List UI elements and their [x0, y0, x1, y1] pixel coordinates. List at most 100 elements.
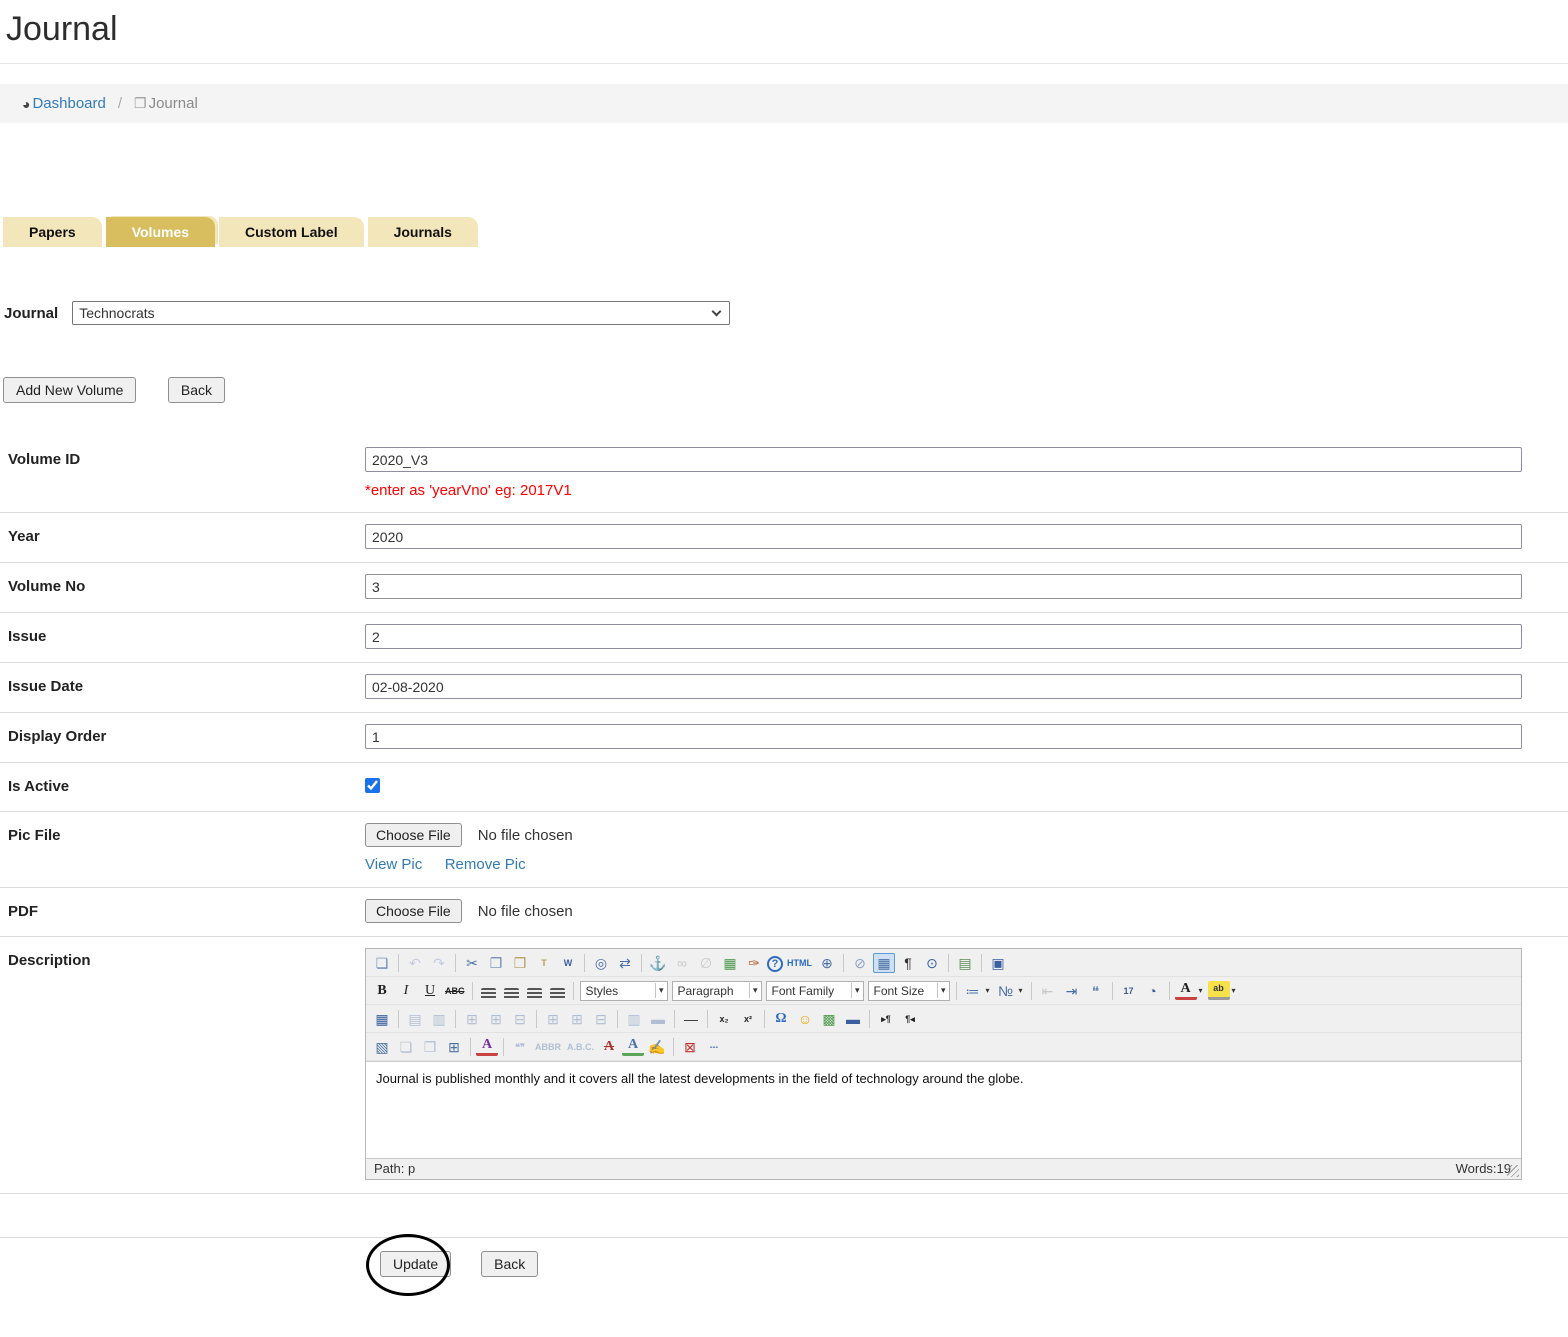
emoticons-icon[interactable]: ☺ [794, 1009, 816, 1029]
print-icon[interactable]: ▤ [954, 953, 976, 973]
is-active-checkbox[interactable] [365, 778, 380, 793]
new-document-icon[interactable]: ❏ [371, 953, 393, 973]
tab-journals[interactable]: Journals [368, 217, 478, 247]
toolbar-separator [764, 1010, 765, 1028]
anchor-icon[interactable]: ⚓ [647, 953, 669, 973]
blockquote-icon[interactable]: ❝ [1085, 981, 1107, 1001]
paragraph-format-select-arrow-icon[interactable]: ▾ [749, 983, 761, 998]
text-color-icon[interactable]: A [1175, 981, 1197, 1000]
media-icon[interactable]: ▩ [818, 1009, 840, 1029]
insert-date-icon[interactable]: 17 [1118, 981, 1140, 1001]
subscript-icon[interactable]: x₂ [713, 1009, 735, 1029]
insert-attributes-icon[interactable]: ✍ [646, 1037, 668, 1057]
font-family-select[interactable]: Font Family▾ [766, 981, 864, 1001]
page-break-icon[interactable]: ┄ [703, 1037, 725, 1057]
paragraph-format-select[interactable]: Paragraph▾ [672, 981, 762, 1001]
remove-format-icon[interactable]: ⊘ [849, 953, 871, 973]
del-icon[interactable]: A [598, 1037, 620, 1057]
insert-layer-icon[interactable]: ▧ [371, 1037, 393, 1057]
align-center-icon[interactable] [504, 988, 519, 999]
editor-content-area[interactable]: Journal is published monthly and it cove… [366, 1061, 1521, 1158]
align-right-icon[interactable] [527, 988, 542, 999]
highlight-color-icon[interactable]: ab [1208, 981, 1230, 1000]
update-button-wrap: Update [380, 1251, 451, 1277]
toolbar-separator [707, 1010, 708, 1028]
update-button[interactable]: Update [380, 1251, 451, 1277]
tab-volumes[interactable]: Volumes [106, 217, 215, 247]
paste-from-word-icon[interactable]: W [557, 953, 579, 973]
bullet-list-caret-icon[interactable]: ▾ [983, 981, 993, 1001]
help-icon[interactable]: ? [767, 956, 783, 972]
zoom-icon[interactable]: ⊕ [816, 953, 838, 973]
issue-input[interactable] [365, 624, 1522, 649]
cleanup-icon[interactable]: ✑ [743, 953, 765, 973]
toolbar-separator [472, 982, 473, 1000]
volume-no-input[interactable] [365, 574, 1522, 599]
find-replace-icon[interactable]: ⇄ [614, 953, 636, 973]
ltr-icon[interactable]: ▸¶ [875, 1009, 897, 1029]
show-invisibles-icon[interactable]: ¶ [897, 953, 919, 973]
font-size-select-arrow-icon[interactable]: ▾ [937, 983, 949, 998]
cut-icon[interactable]: ✂ [461, 953, 483, 973]
advanced-hr-icon[interactable]: ▬ [842, 1009, 864, 1029]
horizontal-rule-icon[interactable]: — [680, 1009, 702, 1029]
insert-image-icon[interactable]: ▦ [719, 953, 741, 973]
italic-icon[interactable]: I [395, 981, 417, 1001]
toolbar-separator [673, 1038, 674, 1056]
toolbar-separator [981, 954, 982, 972]
year-input[interactable] [365, 524, 1522, 549]
font-family-select-arrow-icon[interactable]: ▾ [851, 983, 863, 998]
journal-select[interactable]: Technocrats [72, 301, 730, 325]
breadcrumb-dashboard-link[interactable]: ◕Dashboard [22, 95, 106, 112]
highlight-color-caret-icon[interactable]: ▾ [1229, 981, 1239, 1001]
bold-icon[interactable]: B [371, 981, 393, 1001]
back-button-top[interactable]: Back [168, 377, 225, 403]
superscript-icon[interactable]: x² [737, 1009, 759, 1029]
tab-custom-label[interactable]: Custom Label [219, 217, 364, 247]
bullet-list-icon[interactable]: ≔ [962, 981, 984, 1001]
paste-as-text-icon[interactable]: T [533, 953, 555, 973]
paste-icon[interactable]: ❒ [509, 953, 531, 973]
volume-id-input[interactable] [365, 447, 1522, 472]
remove-pic-link[interactable]: Remove Pic [445, 856, 526, 873]
absolute-position-icon[interactable]: ⊞ [443, 1037, 465, 1057]
copy-icon[interactable]: ❐ [485, 953, 507, 973]
insert-table-icon[interactable]: ▦ [371, 1009, 393, 1029]
visual-aid-icon[interactable]: ▦ [873, 953, 895, 973]
numbered-list-caret-icon[interactable]: ▾ [1016, 981, 1026, 1001]
view-pic-link[interactable]: View Pic [365, 856, 422, 873]
pdf-choose-button[interactable]: Choose File [365, 899, 462, 923]
styles-select-arrow-icon[interactable]: ▾ [655, 983, 667, 998]
ins-icon[interactable]: A [622, 1037, 644, 1056]
numbered-list-icon[interactable]: № [995, 981, 1017, 1001]
edit-css-style-icon[interactable]: A [476, 1037, 498, 1056]
text-color-caret-icon[interactable]: ▾ [1196, 981, 1206, 1001]
styles-select[interactable]: Styles▾ [580, 981, 668, 1001]
underline-icon[interactable]: U [419, 981, 441, 1001]
strikethrough-icon[interactable]: ABC [443, 981, 467, 1001]
indent-icon[interactable]: ⇥ [1061, 981, 1083, 1001]
issue-date-input[interactable] [365, 674, 1522, 699]
back-button-bottom[interactable]: Back [481, 1251, 538, 1277]
rtl-icon[interactable]: ¶◂ [899, 1009, 921, 1029]
editor-resize-handle[interactable] [1507, 1165, 1519, 1177]
fullscreen-icon[interactable]: ▣ [987, 953, 1009, 973]
display-order-input[interactable] [365, 724, 1522, 749]
align-justify-icon[interactable] [550, 988, 565, 999]
form-row-description: Description ❏↶↷✂❐❒TW◎⇄⚓∞∅▦✑?HTML⊕⊘▦¶⊙▤▣B… [0, 937, 1568, 1194]
find-icon[interactable]: ◎ [590, 953, 612, 973]
add-new-volume-button[interactable]: Add New Volume [3, 377, 136, 403]
insert-time-icon[interactable]: ◔ [1142, 981, 1164, 1001]
html-source-icon[interactable]: HTML [785, 953, 814, 973]
volume-id-note: *enter as 'yearVno' eg: 2017V1 [365, 482, 1522, 499]
pic-file-choose-button[interactable]: Choose File [365, 823, 462, 847]
tab-papers[interactable]: Papers [3, 217, 102, 247]
align-left-icon[interactable] [481, 988, 496, 999]
link-icon: ∞ [671, 953, 693, 973]
form-row-year: Year [0, 513, 1568, 563]
nonbreaking-space-icon[interactable]: ⊠ [679, 1037, 701, 1057]
font-size-select[interactable]: Font Size▾ [868, 981, 950, 1001]
preview-icon[interactable]: ⊙ [921, 953, 943, 973]
special-character-icon[interactable]: Ω [770, 1009, 792, 1029]
editor-toolbar-row: ❏↶↷✂❐❒TW◎⇄⚓∞∅▦✑?HTML⊕⊘▦¶⊙▤▣ [366, 949, 1521, 977]
